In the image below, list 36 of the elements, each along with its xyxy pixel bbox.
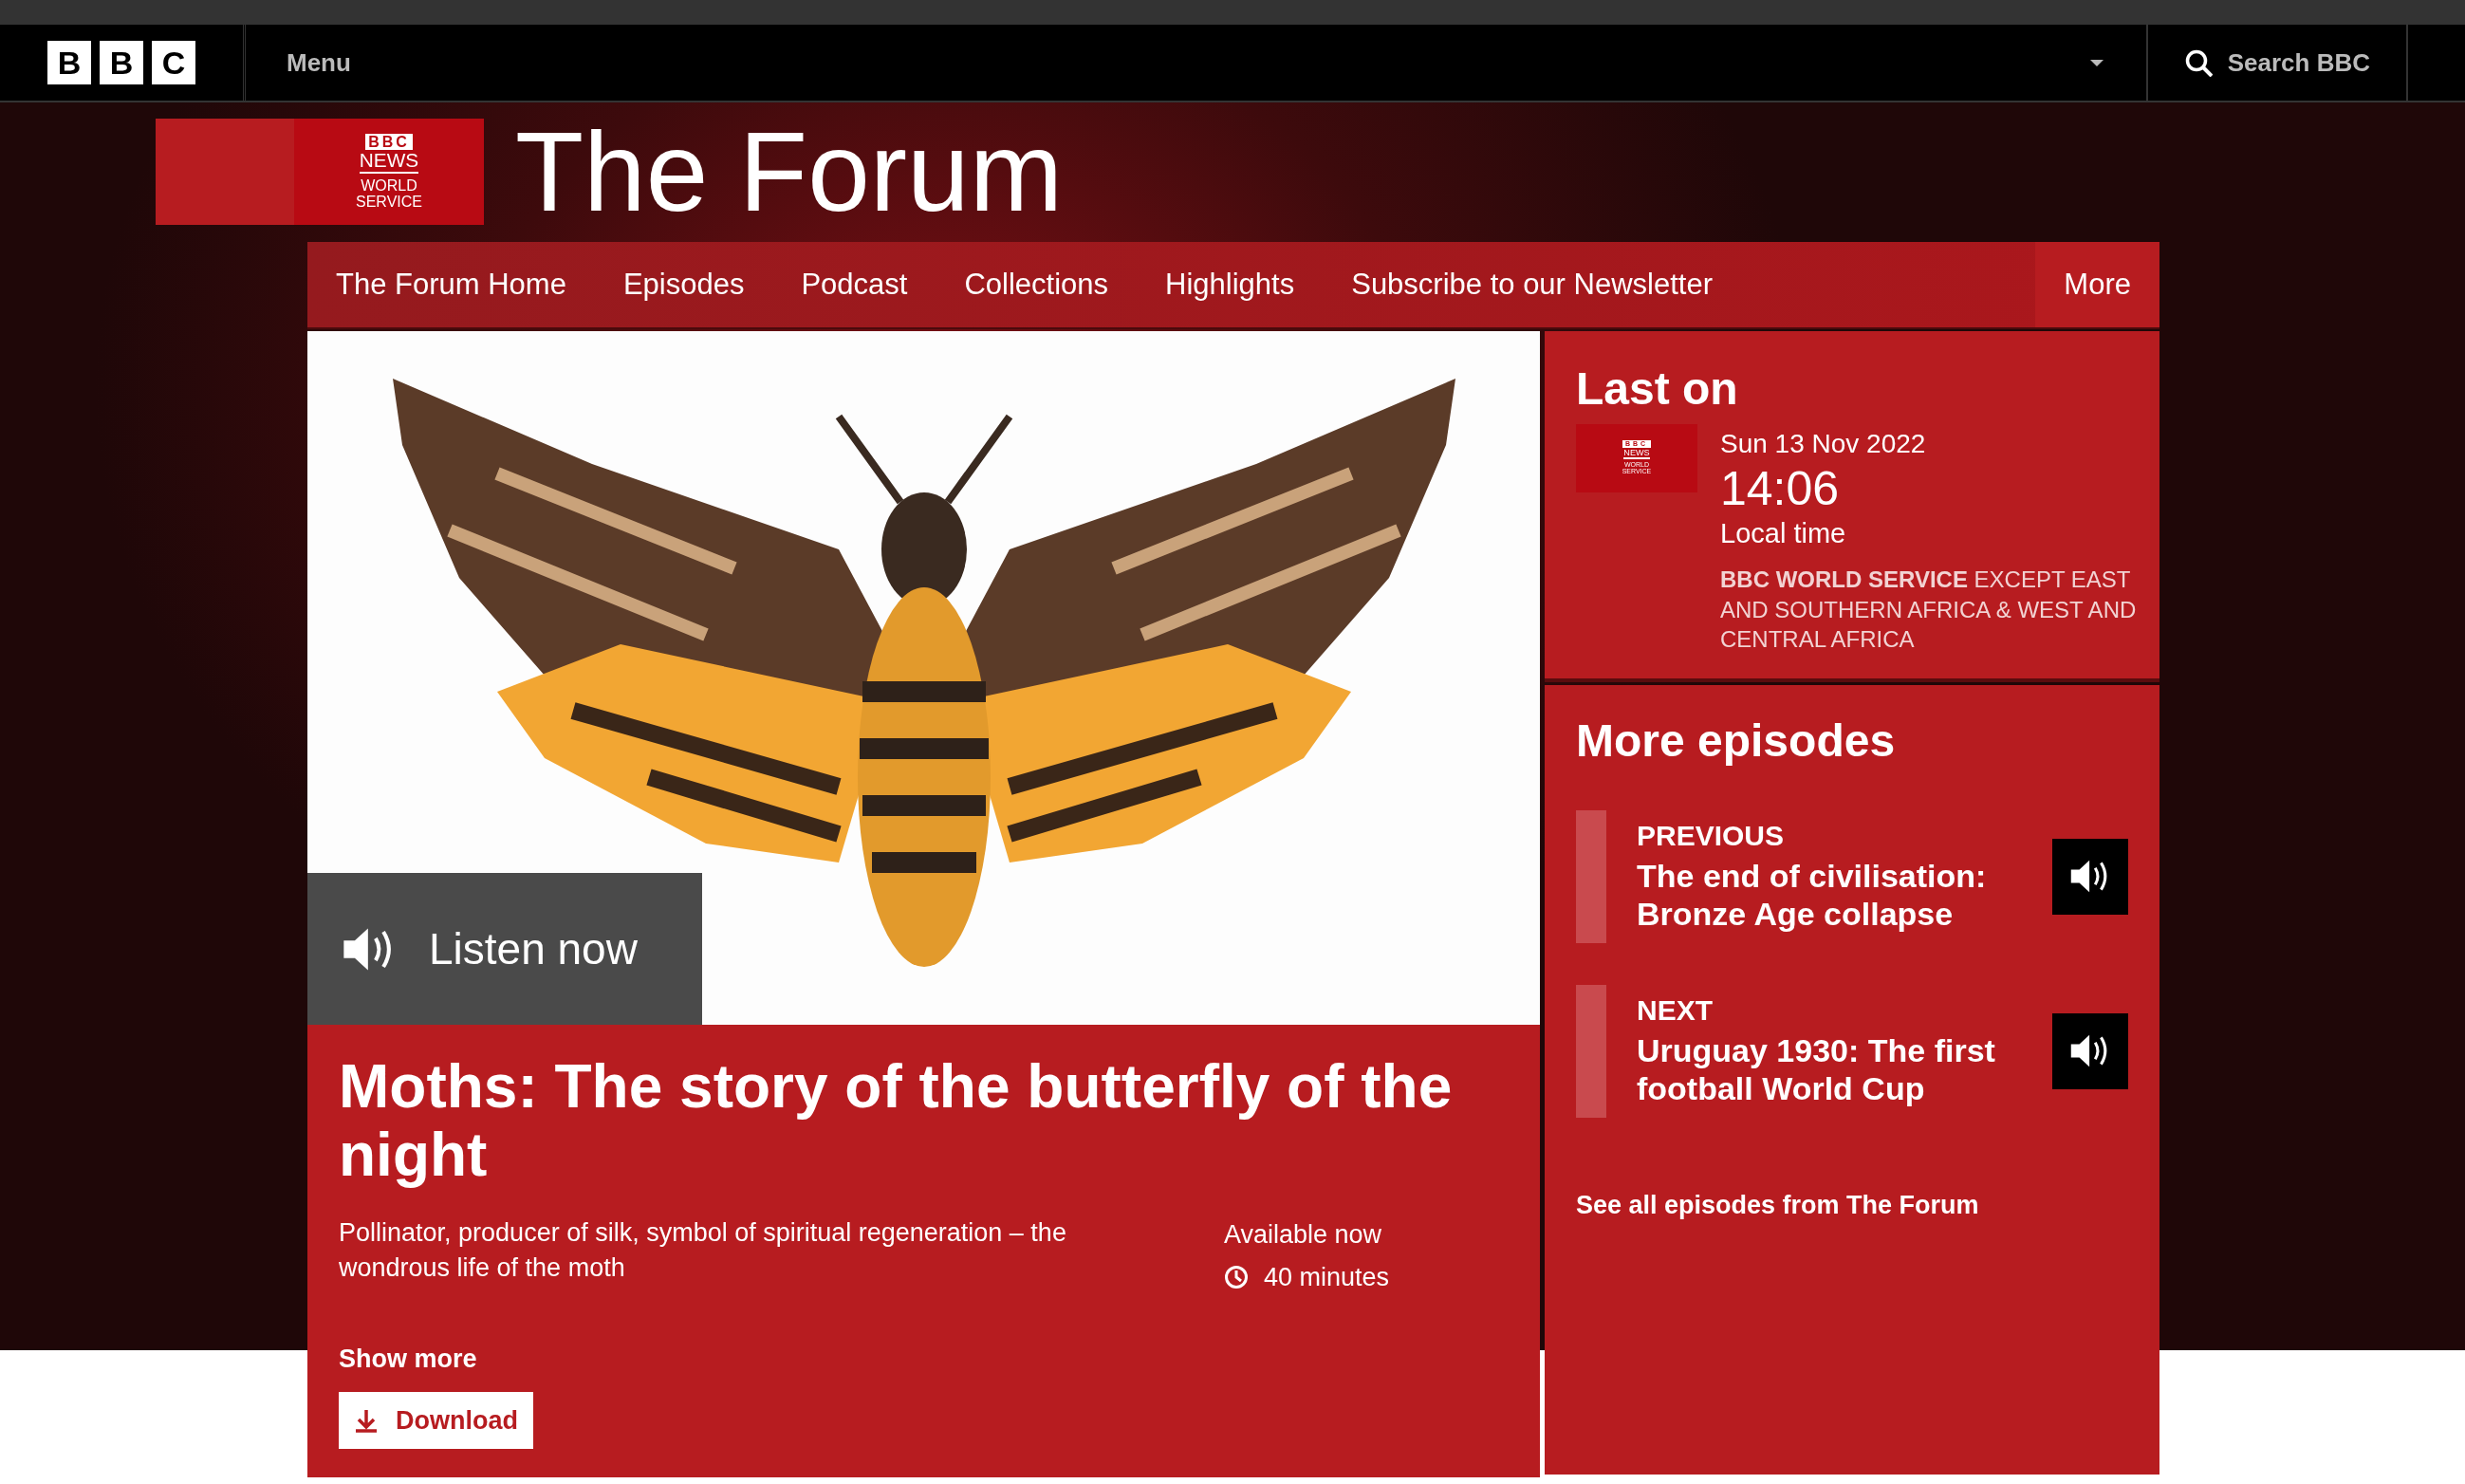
more-link[interactable]: More (2035, 242, 2159, 327)
episode-description: Pollinator, producer of silk, symbol of spiritual regeneration – the wondrous life of the moth (339, 1217, 1067, 1284)
play-button[interactable] (2052, 1012, 2128, 1089)
episode-title: Moths: The story of the butterfly of the night (339, 1053, 1454, 1190)
availability-text: Available now (1224, 1219, 1383, 1252)
clock-icon (1224, 1265, 1249, 1290)
episode-label: PREVIOUS (1637, 818, 1786, 853)
nav-link[interactable]: Podcast (772, 242, 936, 327)
nav-link[interactable]: Subscribe to our Newsletter (1323, 242, 1741, 327)
play-button[interactable] (2052, 838, 2128, 915)
programme-title: The Forum (515, 116, 1064, 228)
search-icon (2183, 48, 2213, 77)
caret-icon (2089, 59, 2104, 66)
broadcast-time: 14:06 (1720, 463, 1841, 514)
listen-now-button[interactable]: Listen now (307, 873, 702, 1025)
duration-text: 40 minutes (1264, 1261, 1390, 1293)
bbc-logo[interactable]: B B C (0, 25, 246, 101)
section-heading: Last on (1576, 362, 1739, 416)
show-more-button[interactable]: Show more (339, 1340, 477, 1379)
section-heading: More episodes (1576, 714, 1897, 768)
episode-link[interactable]: Uruguay 1930: The first football World Cup (1637, 1030, 2007, 1109)
search-button[interactable]: Search BBC (2145, 25, 2408, 101)
menu-link[interactable]: Menu (287, 44, 351, 82)
broadcast-date: Sun 13 Nov 2022 (1720, 427, 1927, 460)
download-icon (354, 1408, 379, 1434)
channel-text: BBC WORLD SERVICE EXCEPT EAST AND SOUTHERN AFRICA & WEST AND CENTRAL AFRICA (1720, 565, 2138, 655)
episode-link[interactable]: The end of civilisation: Bronze Age collapse (1637, 856, 2007, 935)
episode-label: NEXT (1637, 992, 1714, 1028)
nav-link[interactable]: Episodes (594, 242, 773, 327)
world-service-logo: BBC NEWS WORLD SERVICE (294, 119, 484, 225)
nav-link[interactable]: Highlights (1137, 242, 1324, 327)
nav-link[interactable]: The Forum Home (307, 242, 595, 327)
download-button[interactable]: Download (339, 1391, 533, 1450)
see-all-link[interactable]: See all episodes from The Forum (1576, 1185, 1979, 1225)
time-note: Local time (1720, 517, 1847, 551)
nav-link[interactable]: Collections (936, 242, 1138, 327)
